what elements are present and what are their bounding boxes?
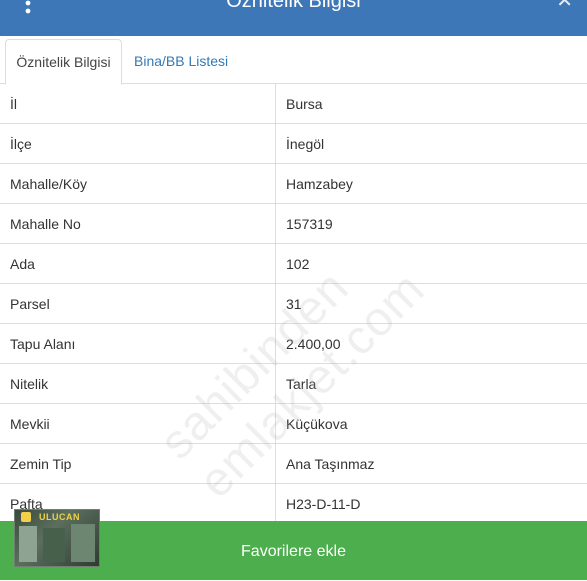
attribute-key: Parsel [0,284,276,324]
table-row: İlBursa [0,84,587,124]
attribute-value: 31 [276,284,587,324]
table-row: Mahalle/KöyHamzabey [0,164,587,204]
attribute-key: Tapu Alanı [0,324,276,364]
logo-graphic [71,524,95,562]
tab-bar: Öznitelik Bilgisi Bina/BB Listesi [0,36,587,84]
attribute-key: Ada [0,244,276,284]
attribute-value: Ana Taşınmaz [276,444,587,484]
table-row: Parsel31 [0,284,587,324]
attribute-key: Mahalle/Köy [0,164,276,204]
table-row: İlçeİnegöl [0,124,587,164]
attribute-key: Mevkii [0,404,276,444]
attribute-value: Küçükova [276,404,587,444]
tab-bina-bb-listesi[interactable]: Bina/BB Listesi [124,39,238,85]
logo-graphic [43,528,65,562]
table-row: Mahalle No157319 [0,204,587,244]
table-row: Zemin TipAna Taşınmaz [0,444,587,484]
attribute-value: 157319 [276,204,587,244]
attribute-value: 102 [276,244,587,284]
attribute-key: Mahalle No [0,204,276,244]
table-row: MevkiiKüçükova [0,404,587,444]
logo-text: ULUCAN [39,512,80,522]
table-row: Tapu Alanı2.400,00 [0,324,587,364]
attribute-key: İlçe [0,124,276,164]
logo-mark-icon [21,512,31,522]
logo-graphic [19,526,37,562]
dialog-title: Öznitelik Bilgisi [0,0,587,13]
attribute-value: İnegöl [276,124,587,164]
attribute-value: Bursa [276,84,587,124]
ulucan-logo: ULUCAN [14,509,100,567]
attribute-value: Tarla [276,364,587,404]
attribute-value: 2.400,00 [276,324,587,364]
dialog-header: Öznitelik Bilgisi ✕ [0,0,587,36]
attribute-value: H23-D-11-D [276,484,587,524]
table-row: NitelikTarla [0,364,587,404]
attribute-key: Zemin Tip [0,444,276,484]
attribute-key: İl [0,84,276,124]
attribute-table: İlBursaİlçeİnegölMahalle/KöyHamzabeyMaha… [0,84,587,524]
close-icon[interactable]: ✕ [556,0,573,11]
attribute-key: Nitelik [0,364,276,404]
table-row: Ada102 [0,244,587,284]
attribute-value: Hamzabey [276,164,587,204]
tab-oznitelik-bilgisi[interactable]: Öznitelik Bilgisi [5,39,122,85]
